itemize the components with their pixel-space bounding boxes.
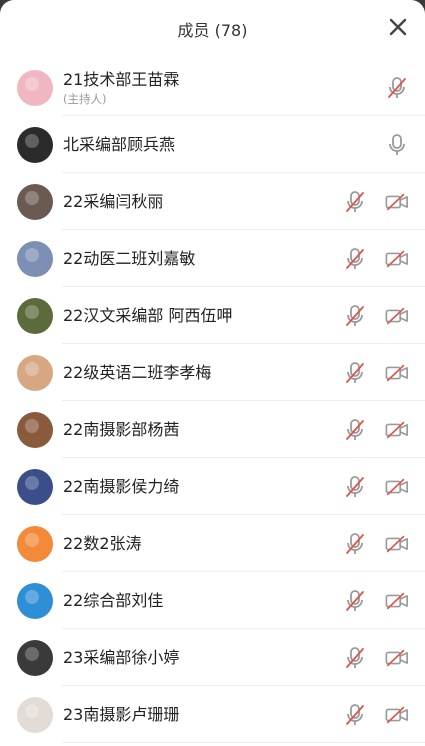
member-row[interactable]: 22汉文采编部 阿西伍呷 (0, 287, 425, 344)
member-info: 22采编闫秋丽 (63, 192, 163, 212)
avatar (17, 639, 53, 676)
camera-off-icon (385, 703, 409, 727)
member-status-icons (343, 572, 409, 629)
microphone-muted-icon (343, 532, 367, 556)
camera-off-icon (385, 361, 409, 385)
avatar (17, 696, 53, 733)
microphone-icon (385, 133, 409, 157)
microphone-muted-icon (343, 361, 367, 385)
member-info: 21技术部王苗霖 (主持人) (63, 70, 179, 107)
member-status-icons (385, 60, 409, 116)
avatar (17, 126, 53, 163)
avatar (17, 297, 53, 334)
camera-off-icon (385, 589, 409, 613)
microphone-muted-icon (343, 646, 367, 670)
member-row[interactable]: 21技术部王苗霖 (主持人) (0, 60, 425, 116)
member-info: 22级英语二班李孝梅 (63, 363, 211, 383)
member-row[interactable]: 22数2张涛 (0, 515, 425, 572)
close-icon (389, 18, 407, 36)
member-name: 22南摄影部杨茜 (63, 419, 180, 439)
member-info: 22数2张涛 (63, 534, 142, 554)
microphone-muted-icon (343, 304, 367, 328)
member-name: 22综合部刘佳 (63, 590, 164, 610)
row-divider (62, 742, 425, 743)
host-label: (主持人) (63, 91, 107, 106)
avatar (17, 582, 53, 619)
member-name: 21技术部王苗霖 (63, 69, 180, 89)
member-info: 22南摄影侯力绮 (63, 477, 179, 497)
header: 成员 (78) (0, 0, 425, 58)
member-name: 北采编部顾兵燕 (63, 134, 176, 154)
camera-off-icon (385, 247, 409, 271)
page-title: 成员 (78) (177, 21, 248, 40)
member-row[interactable]: 22采编闫秋丽 (0, 173, 425, 230)
member-name: 23采编部徐小婷 (63, 647, 180, 667)
microphone-muted-icon (343, 475, 367, 499)
microphone-muted-icon (343, 418, 367, 442)
camera-off-icon (385, 532, 409, 556)
camera-off-icon (385, 304, 409, 328)
member-status-icons (343, 173, 409, 230)
avatar (17, 525, 53, 562)
member-info: 22南摄影部杨茜 (63, 420, 179, 440)
member-info: 22动医二班刘嘉敏 (63, 249, 195, 269)
avatar (17, 240, 53, 277)
member-row[interactable]: 22南摄影侯力绮 (0, 458, 425, 515)
member-name: 22数2张涛 (63, 533, 142, 553)
camera-off-icon (385, 646, 409, 670)
member-status-icons (343, 686, 409, 743)
microphone-muted-icon (343, 190, 367, 214)
member-name: 22汉文采编部 阿西伍呷 (63, 305, 233, 325)
member-info: 23南摄影卢珊珊 (63, 705, 179, 725)
microphone-muted-icon (343, 247, 367, 271)
members-sheet: 成员 (78) 21技术部王苗霖 (主持人) 北采编部顾兵燕 22采编闫秋丽 22动医二… (0, 0, 425, 746)
member-status-icons (343, 230, 409, 287)
camera-off-icon (385, 475, 409, 499)
member-row[interactable]: 22南摄影部杨茜 (0, 401, 425, 458)
member-status-icons (385, 116, 409, 173)
microphone-muted-icon (385, 76, 409, 100)
member-name: 22动医二班刘嘉敏 (63, 248, 196, 268)
member-row[interactable]: 23南摄影卢珊珊 (0, 686, 425, 743)
member-status-icons (343, 629, 409, 686)
member-row[interactable]: 22动医二班刘嘉敏 (0, 230, 425, 287)
member-list: 21技术部王苗霖 (主持人) 北采编部顾兵燕 22采编闫秋丽 22动医二班刘嘉敏 22汉文… (0, 60, 425, 743)
member-row[interactable]: 23采编部徐小婷 (0, 629, 425, 686)
avatar (17, 468, 53, 505)
member-status-icons (343, 515, 409, 572)
member-name: 22采编闫秋丽 (63, 191, 164, 211)
member-status-icons (343, 344, 409, 401)
member-info: 23采编部徐小婷 (63, 648, 179, 668)
member-name: 23南摄影卢珊珊 (63, 704, 180, 724)
member-info: 北采编部顾兵燕 (63, 135, 175, 155)
avatar (17, 411, 53, 448)
member-name: 22级英语二班李孝梅 (63, 362, 212, 382)
avatar (17, 183, 53, 220)
microphone-muted-icon (343, 589, 367, 613)
member-status-icons (343, 401, 409, 458)
member-row[interactable]: 北采编部顾兵燕 (0, 116, 425, 173)
avatar (17, 354, 53, 391)
member-row[interactable]: 22级英语二班李孝梅 (0, 344, 425, 401)
camera-off-icon (385, 190, 409, 214)
member-name: 22南摄影侯力绮 (63, 476, 180, 496)
member-status-icons (343, 458, 409, 515)
member-info: 22综合部刘佳 (63, 591, 163, 611)
microphone-muted-icon (343, 703, 367, 727)
member-info: 22汉文采编部 阿西伍呷 (63, 306, 232, 326)
camera-off-icon (385, 418, 409, 442)
member-row[interactable]: 22综合部刘佳 (0, 572, 425, 629)
avatar (17, 70, 53, 106)
close-button[interactable] (385, 14, 411, 40)
member-status-icons (343, 287, 409, 344)
